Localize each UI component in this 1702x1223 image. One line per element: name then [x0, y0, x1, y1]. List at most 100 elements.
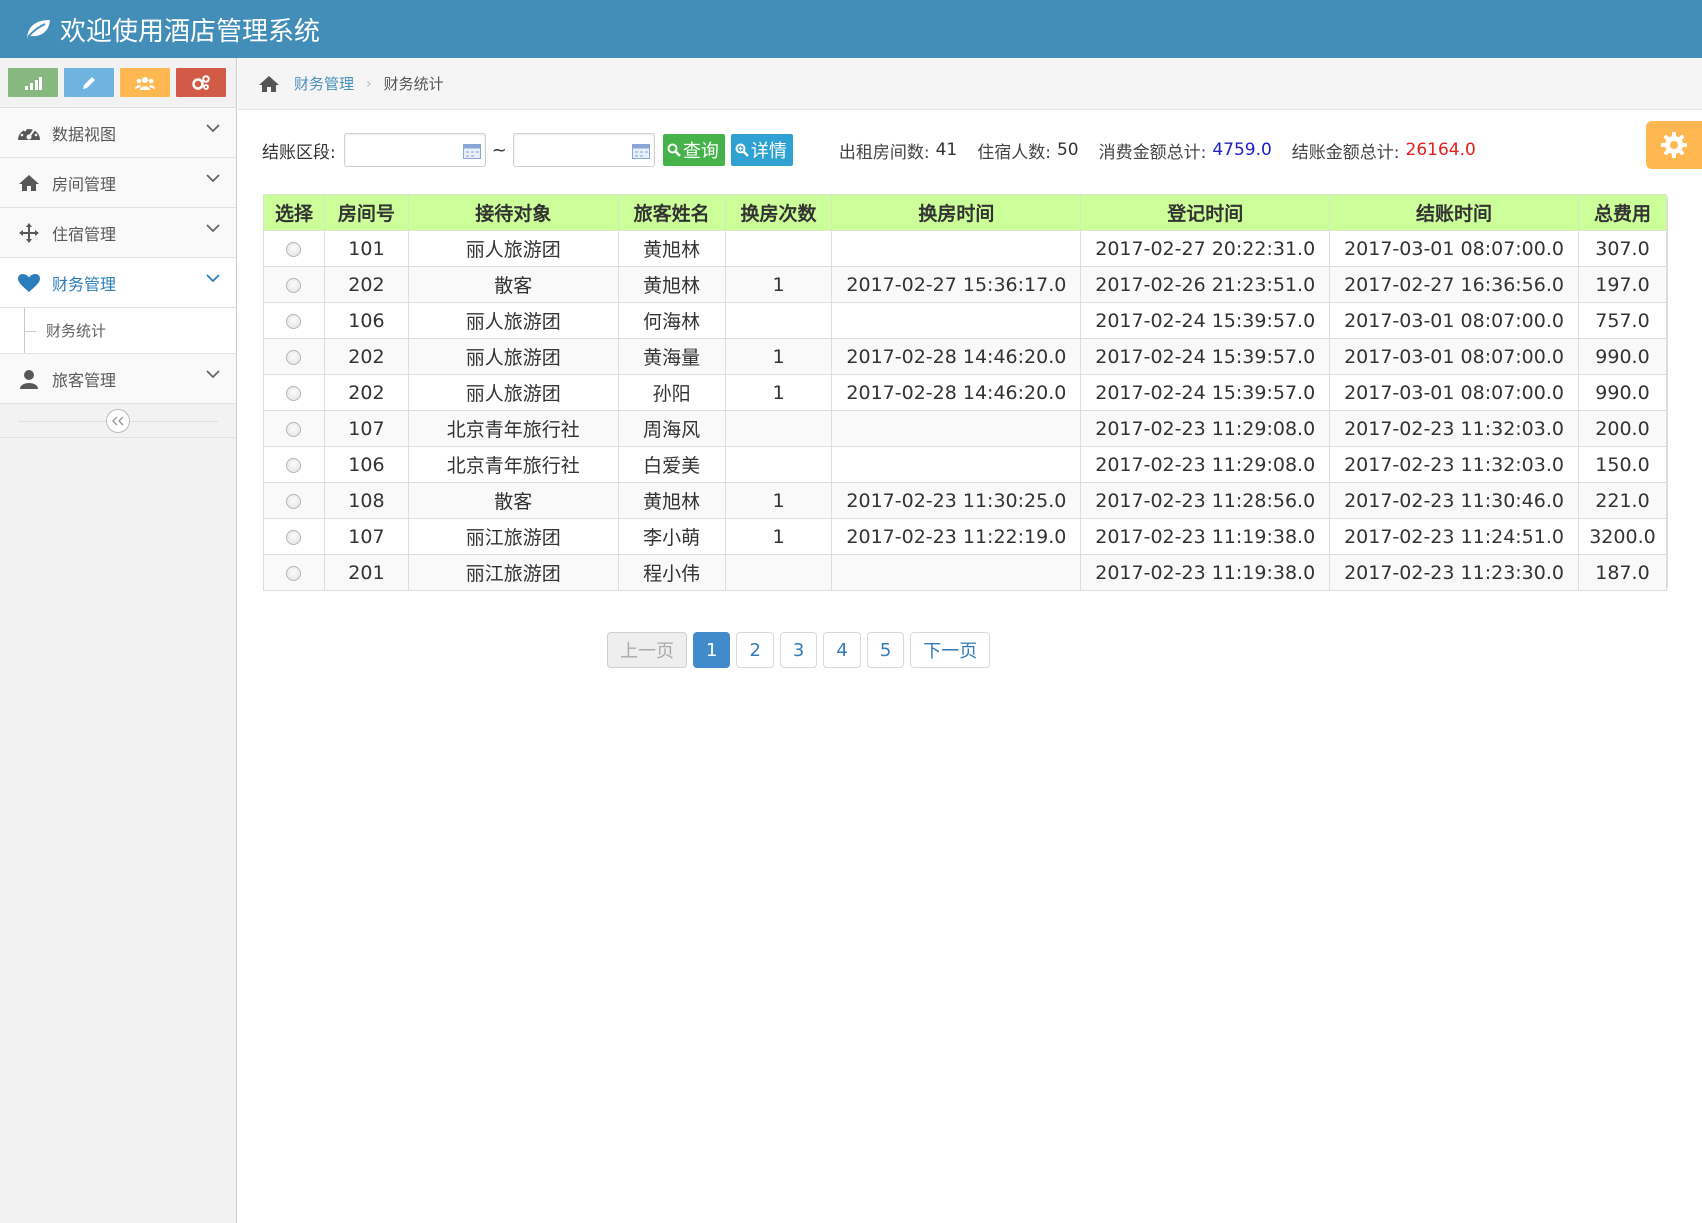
guests-count-value: 50: [1056, 140, 1079, 160]
breadcrumb-separator: ›: [366, 75, 372, 92]
cell-checkout-time: 2017-02-23 11:30:46.0: [1329, 482, 1579, 519]
shortcut-settings-button[interactable]: [176, 68, 226, 97]
cell-checkin-time: 2017-02-23 11:19:38.0: [1080, 518, 1331, 555]
row-select-radio[interactable]: [286, 313, 302, 329]
page-button-2[interactable]: 2: [736, 632, 774, 668]
row-select-radio[interactable]: [286, 565, 302, 581]
table-row[interactable]: 107 丽江旅游团 李小萌 1 2017-02-23 11:22:19.0 2017-02…: [263, 518, 1668, 555]
col-header-change-count[interactable]: 换房次数: [724, 194, 833, 231]
rooms-rented-label: 出租房间数:: [838, 142, 930, 163]
row-select-radio[interactable]: [286, 493, 302, 509]
next-page-button[interactable]: 下一页: [910, 632, 991, 668]
sidebar: 数据视图 房间管理 住宿管理 财务管理 财务统计 旅客管理: [0, 58, 237, 1223]
table-row[interactable]: 106 丽人旅游团 何海林 2017-02-24 15:39:57.0 2017-03-…: [263, 302, 1668, 339]
table-row[interactable]: 202 散客 黄旭林 1 2017-02-27 15:36:17.0 2017-02-26…: [263, 266, 1668, 303]
col-header-room-no[interactable]: 房间号: [323, 194, 409, 231]
shortcut-stats-button[interactable]: [8, 68, 58, 97]
row-select-radio[interactable]: [286, 457, 302, 473]
cell-guest-name: 李小萌: [617, 518, 726, 555]
app-brand[interactable]: 欢迎使用酒店管理系统: [24, 10, 320, 48]
page-button-5[interactable]: 5: [866, 632, 905, 668]
row-select-radio[interactable]: [286, 385, 302, 401]
row-select-radio[interactable]: [286, 529, 302, 545]
page-button-1[interactable]: 1: [693, 632, 731, 668]
sidebar-item-label: 旅客管理: [52, 370, 117, 390]
sidebar-item-label: 财务管理: [52, 274, 117, 294]
breadcrumb-current: 财务统计: [383, 75, 444, 93]
shortcut-edit-button[interactable]: [64, 68, 114, 97]
table-row[interactable]: 108 散客 黄旭林 1 2017-02-23 11:30:25.0 2017-02-23…: [263, 482, 1668, 519]
cell-change-time: 2017-02-23 11:22:19.0: [831, 518, 1082, 555]
col-header-total-fee[interactable]: 总费用: [1577, 194, 1668, 231]
chevron-down-icon: [206, 124, 220, 133]
cell-reception: 北京青年旅行社: [407, 446, 619, 483]
table-row[interactable]: 202 丽人旅游团 黄海量 1 2017-02-28 14:46:20.0 2017-02…: [263, 338, 1668, 375]
gear-icon: [1661, 132, 1687, 158]
cell-checkout-time: 2017-03-01 08:07:00.0: [1329, 302, 1579, 339]
breadcrumb-parent-link[interactable]: 财务管理: [294, 73, 354, 94]
table-row[interactable]: 106 北京青年旅行社 白爱美 2017-02-23 11:29:08.0 2017-0…: [263, 446, 1668, 483]
signal-icon: [25, 76, 42, 90]
shortcut-group-button[interactable]: [120, 68, 170, 97]
table-row[interactable]: 202 丽人旅游团 孙阳 1 2017-02-28 14:46:20.0 2017-02-…: [263, 374, 1668, 411]
app-header: 欢迎使用酒店管理系统: [0, 0, 1702, 58]
table-body: 101 丽人旅游团 黄旭林 2017-02-27 20:22:31.0 2017-03-…: [263, 230, 1668, 591]
sidebar-item-label: 住宿管理: [52, 224, 117, 244]
table-row[interactable]: 101 丽人旅游团 黄旭林 2017-02-27 20:22:31.0 2017-03-…: [263, 230, 1668, 267]
cell-checkout-time: 2017-02-23 11:32:03.0: [1329, 446, 1579, 483]
sidebar-item-lodging[interactable]: 住宿管理: [0, 208, 236, 258]
col-header-checkout-time[interactable]: 结账时间: [1329, 194, 1579, 231]
detail-button-label: 详情: [750, 141, 787, 162]
cell-checkout-time: 2017-02-23 11:23:30.0: [1329, 554, 1579, 591]
consume-total-value: 4759.0: [1212, 140, 1272, 160]
sidebar-item-finance[interactable]: 财务管理: [0, 258, 236, 308]
table-row[interactable]: 107 北京青年旅行社 周海风 2017-02-23 11:29:08.0 2017-0…: [263, 410, 1668, 447]
start-date-input[interactable]: [343, 133, 486, 167]
cell-checkout-time: 2017-03-01 08:07:00.0: [1329, 374, 1579, 411]
cell-checkin-time: 2017-02-24 15:39:57.0: [1080, 302, 1331, 339]
row-select-radio[interactable]: [286, 277, 302, 293]
row-select-radio[interactable]: [286, 421, 302, 437]
cell-change-time: [831, 230, 1082, 267]
sidebar-item-dashboard[interactable]: 数据视图: [0, 108, 236, 158]
cell-room-no: 106: [323, 446, 409, 483]
calendar-icon[interactable]: [631, 144, 650, 159]
cogs-icon: [192, 74, 210, 90]
double-chevron-left-icon: [112, 416, 124, 426]
row-select-radio[interactable]: [286, 349, 302, 365]
rooms-rented-value: 41: [935, 140, 958, 160]
prev-page-button[interactable]: 上一页: [607, 632, 687, 668]
query-button[interactable]: 查询: [662, 134, 725, 166]
cell-checkout-time: 2017-02-23 11:32:03.0: [1329, 410, 1579, 447]
settings-button[interactable]: [1646, 121, 1702, 169]
col-header-reception[interactable]: 接待对象: [407, 194, 619, 231]
cell-room-no: 101: [323, 230, 409, 267]
cell-change-count: 1: [724, 518, 833, 555]
page-button-4[interactable]: 4: [823, 632, 861, 668]
col-header-select[interactable]: 选择: [263, 194, 325, 231]
sidebar-item-guests[interactable]: 旅客管理: [0, 354, 236, 404]
cell-change-count: [724, 230, 833, 267]
row-select-radio[interactable]: [286, 241, 302, 257]
sidebar-collapse-button[interactable]: [106, 409, 130, 433]
cell-guest-name: 黄旭林: [617, 482, 726, 519]
cell-reception: 丽江旅游团: [407, 518, 619, 555]
col-header-change-time[interactable]: 换房时间: [831, 194, 1082, 231]
col-header-checkin-time[interactable]: 登记时间: [1080, 194, 1331, 231]
home-icon[interactable]: [258, 75, 280, 93]
col-header-guest-name[interactable]: 旅客姓名: [617, 194, 726, 231]
detail-button[interactable]: 详情: [730, 134, 793, 166]
end-date-input[interactable]: [512, 133, 655, 167]
cell-guest-name: 何海林: [617, 302, 726, 339]
page-button-3[interactable]: 3: [779, 632, 818, 668]
cell-guest-name: 孙阳: [617, 374, 726, 411]
sidebar-subitem-finance-stats[interactable]: 财务统计: [0, 308, 236, 354]
calendar-icon[interactable]: [462, 144, 481, 159]
filter-bar: 结账区段: ~ 查询 详情 出租房间数: 41 住宿人数: 50 消费金额总计:…: [262, 132, 1592, 168]
table-row[interactable]: 201 丽江旅游团 程小伟 2017-02-23 11:19:38.0 2017-02-…: [263, 554, 1668, 591]
sidebar-item-rooms[interactable]: 房间管理: [0, 158, 236, 208]
cell-select: [263, 410, 325, 447]
cell-select: [263, 518, 325, 555]
cell-checkin-time: 2017-02-26 21:23:51.0: [1080, 266, 1331, 303]
cell-checkin-time: 2017-02-27 20:22:31.0: [1080, 230, 1331, 267]
